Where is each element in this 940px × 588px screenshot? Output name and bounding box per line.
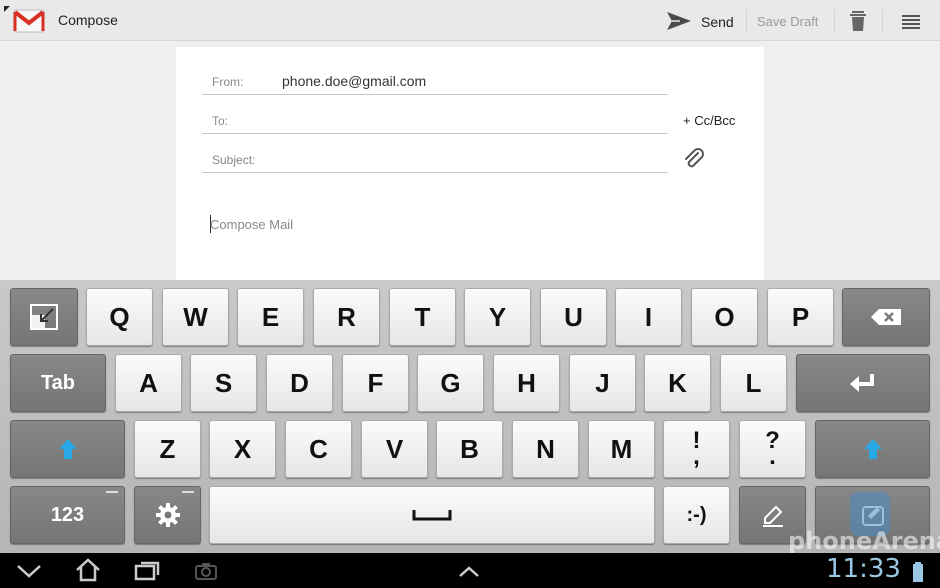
key-j[interactable]: J xyxy=(569,354,636,412)
subject-field[interactable]: Subject: xyxy=(202,143,668,173)
key-y[interactable]: Y xyxy=(464,288,531,346)
key-question-period[interactable]: ? . xyxy=(739,420,806,478)
keyboard-resize-icon xyxy=(30,304,58,330)
key-v[interactable]: V xyxy=(361,420,428,478)
save-draft-button[interactable]: Save Draft xyxy=(757,14,818,29)
enter-icon xyxy=(850,374,874,392)
key-x[interactable]: X xyxy=(209,420,276,478)
key-n[interactable]: N xyxy=(512,420,579,478)
send-button[interactable]: Send xyxy=(662,4,742,38)
watermark-text: phoneArena xyxy=(788,527,940,555)
key-p[interactable]: P xyxy=(767,288,834,346)
key-m[interactable]: M xyxy=(588,420,655,478)
key-t[interactable]: T xyxy=(389,288,456,346)
key-u[interactable]: U xyxy=(540,288,607,346)
key-a[interactable]: A xyxy=(115,354,182,412)
key-i[interactable]: I xyxy=(615,288,682,346)
key-g[interactable]: G xyxy=(417,354,484,412)
key-c[interactable]: C xyxy=(285,420,352,478)
trash-icon xyxy=(850,11,866,31)
screenshot-icon[interactable] xyxy=(194,561,218,586)
gear-icon xyxy=(155,503,180,527)
enter-key[interactable] xyxy=(796,354,930,412)
smiley-key[interactable]: :-) xyxy=(663,486,730,544)
key-e[interactable]: E xyxy=(237,288,304,346)
key-bottom-char: , xyxy=(693,443,700,470)
key-l[interactable]: L xyxy=(720,354,787,412)
attach-button[interactable] xyxy=(682,147,706,176)
divider xyxy=(882,10,883,32)
key-h[interactable]: H xyxy=(493,354,560,412)
home-icon[interactable] xyxy=(74,558,102,587)
paperclip-icon xyxy=(685,148,704,168)
settings-key[interactable] xyxy=(134,486,201,544)
backspace-key[interactable] xyxy=(842,288,930,346)
space-icon xyxy=(412,510,452,521)
recent-apps-icon[interactable] xyxy=(133,559,161,586)
soft-keyboard: Q W E R T Y U I O P Tab A S D F G H J K … xyxy=(0,280,940,553)
clock: 11:33 xyxy=(826,554,901,584)
action-bar: Compose Send Save Draft xyxy=(0,0,940,41)
backspace-icon xyxy=(871,309,901,325)
shift-arrow-icon xyxy=(863,439,882,459)
space-key[interactable] xyxy=(209,486,655,544)
shift-key-left[interactable] xyxy=(10,420,125,478)
chevron-up-icon[interactable] xyxy=(458,565,480,583)
pen-icon xyxy=(762,505,783,527)
from-label: From: xyxy=(212,75,244,89)
longpress-indicator xyxy=(182,491,194,493)
overflow-menu-button[interactable] xyxy=(898,10,924,32)
key-k[interactable]: K xyxy=(644,354,711,412)
to-label: To: xyxy=(212,114,229,128)
key-q[interactable]: Q xyxy=(86,288,153,346)
menu-icon xyxy=(902,15,920,29)
battery-icon[interactable] xyxy=(912,561,924,588)
discard-button[interactable] xyxy=(846,8,870,34)
key-d[interactable]: D xyxy=(266,354,333,412)
key-f[interactable]: F xyxy=(342,354,409,412)
system-bar: 11:33 xyxy=(0,553,940,588)
key-b[interactable]: B xyxy=(436,420,503,478)
key-s[interactable]: S xyxy=(190,354,257,412)
key-w[interactable]: W xyxy=(162,288,229,346)
divider xyxy=(834,10,835,32)
page-title: Compose xyxy=(58,12,118,28)
shift-arrow-icon xyxy=(58,439,77,459)
numbers-key[interactable]: 123 xyxy=(10,486,125,544)
send-icon xyxy=(666,11,692,36)
divider xyxy=(746,10,747,32)
key-r[interactable]: R xyxy=(313,288,380,346)
to-field[interactable]: To: xyxy=(202,104,668,134)
from-value: phone.doe@gmail.com xyxy=(282,73,427,89)
subject-label: Subject: xyxy=(212,153,256,167)
shift-key-right[interactable] xyxy=(815,420,930,478)
tab-key[interactable]: Tab xyxy=(10,354,106,412)
key-exclamation-comma[interactable]: ! , xyxy=(663,420,730,478)
key-o[interactable]: O xyxy=(691,288,758,346)
longpress-indicator xyxy=(106,491,118,493)
send-label: Send xyxy=(701,14,734,30)
keyboard-mode-key[interactable] xyxy=(10,288,78,346)
cc-bcc-button[interactable]: + Cc/Bcc xyxy=(683,113,735,128)
compose-body-input[interactable]: Compose Mail xyxy=(210,217,293,232)
menu-corner-indicator xyxy=(4,6,10,12)
compose-sheet: From: phone.doe@gmail.com To: + Cc/Bcc S… xyxy=(176,47,764,280)
from-field[interactable]: From: phone.doe@gmail.com xyxy=(202,65,668,95)
key-z[interactable]: Z xyxy=(134,420,201,478)
back-icon[interactable] xyxy=(16,563,42,584)
key-bottom-char: . xyxy=(769,443,776,470)
gmail-icon[interactable] xyxy=(12,6,46,36)
